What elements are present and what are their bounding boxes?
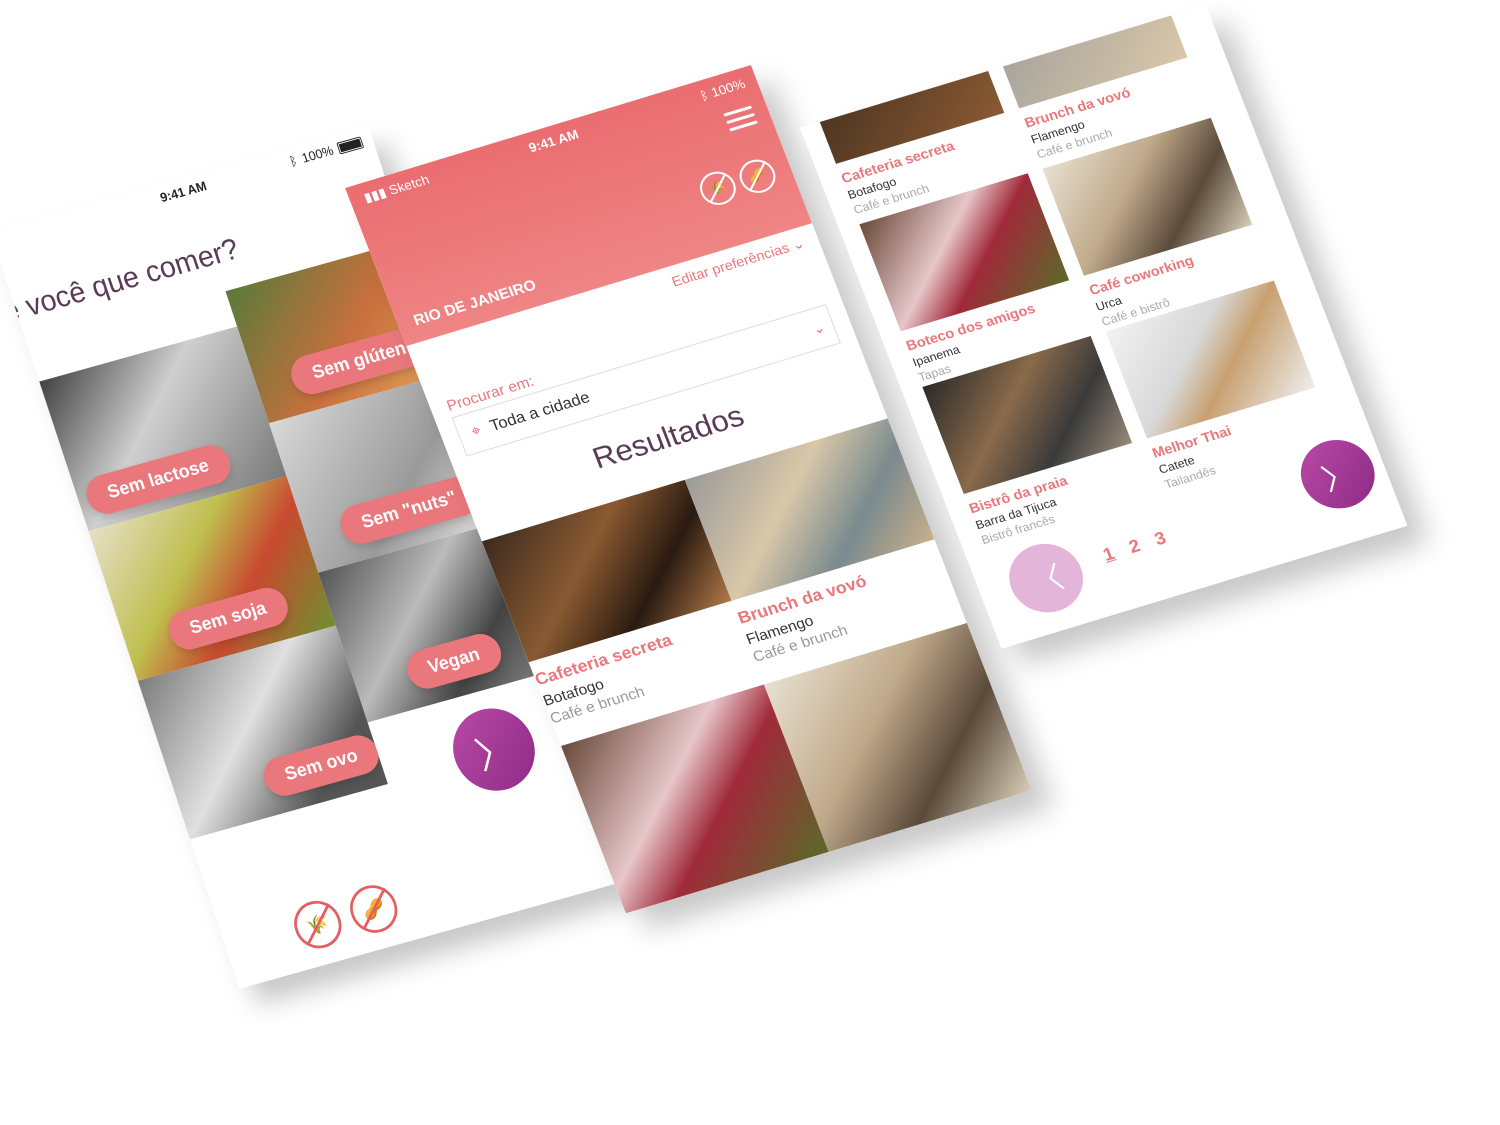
option-label: Sem ovo — [258, 730, 385, 801]
battery-status: ᛒ 100% — [697, 76, 748, 104]
chevron-down-icon: ⌄ — [809, 318, 828, 337]
status-bar: 9:41 AM ᛒ 100% — [0, 126, 376, 254]
app-header: ▮▮▮ Sketch 9:41 AM ᛒ 100% 🌾 🥜 RIO DE JAN… — [345, 65, 813, 347]
battery-percent: 100% — [299, 142, 336, 166]
menu-icon[interactable] — [722, 101, 760, 136]
location-pin-icon: ⌖ — [468, 422, 484, 441]
status-time: 9:41 AM — [158, 178, 209, 205]
status-time: 9:41 AM — [526, 126, 581, 156]
prev-page-button[interactable]: 〈 — [998, 535, 1094, 622]
no-nuts-icon[interactable]: 🥜 — [343, 879, 404, 939]
battery-status: ᛒ 100% — [287, 135, 365, 169]
no-gluten-icon[interactable]: 🌾 — [694, 167, 741, 210]
pagination: 1 2 3 — [1100, 528, 1169, 566]
option-label: Vegan — [401, 629, 507, 694]
chevron-down-icon: ⌄ — [789, 234, 807, 254]
battery-icon — [336, 135, 365, 155]
page-3-link[interactable]: 3 — [1152, 528, 1169, 551]
bluetooth-icon: ᛒ — [287, 152, 300, 169]
restaurant-photo — [977, 5, 1188, 109]
no-nuts-icon[interactable]: 🥜 — [734, 155, 781, 198]
no-gluten-icon[interactable]: 🌾 — [287, 895, 348, 954]
page-2-link[interactable]: 2 — [1126, 535, 1143, 558]
city-title: RIO DE JANEIRO — [411, 276, 539, 330]
page-1-link[interactable]: 1 — [1100, 543, 1117, 566]
